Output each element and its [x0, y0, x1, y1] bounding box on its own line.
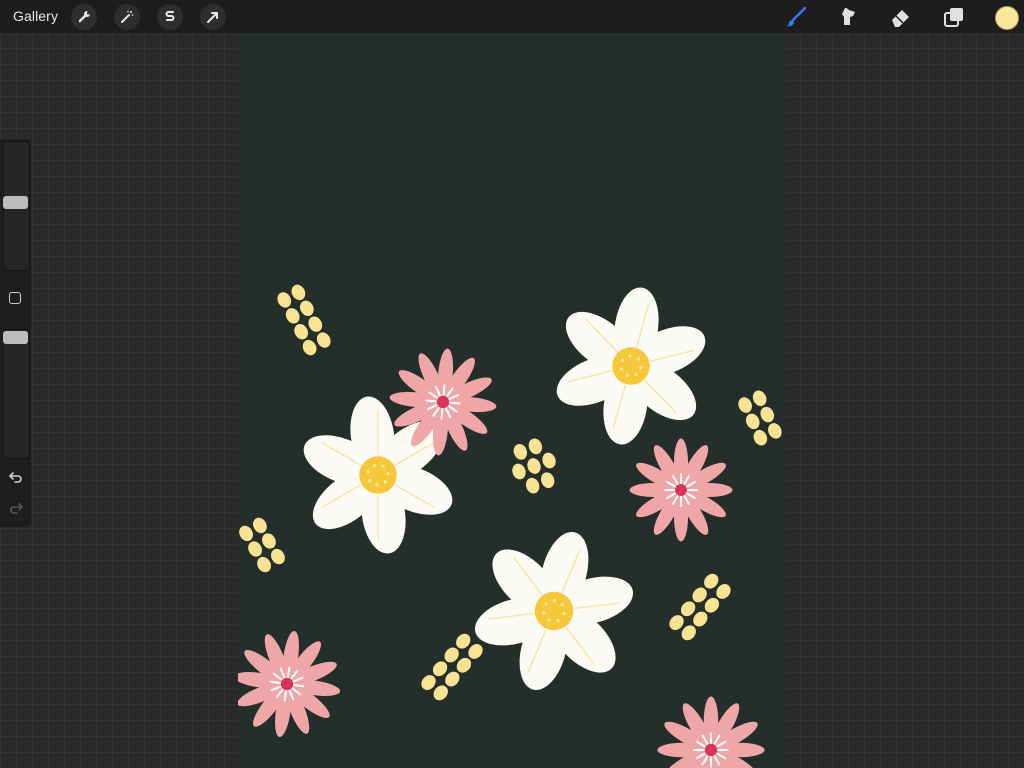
- wrench-icon[interactable]: [71, 4, 97, 30]
- pink-daisy: [629, 438, 733, 542]
- sidebar: [0, 139, 31, 527]
- brush-icon[interactable]: [784, 5, 808, 29]
- yellow-dot-cluster: [421, 633, 483, 701]
- white-daisy: [474, 531, 634, 691]
- redo-arrow-icon[interactable]: [7, 499, 25, 517]
- pink-daisy: [238, 630, 341, 738]
- brush-size-handle[interactable]: [3, 196, 28, 210]
- gallery-button[interactable]: Gallery: [13, 8, 58, 24]
- smudge-icon[interactable]: [836, 5, 860, 29]
- eraser-icon[interactable]: [889, 5, 913, 29]
- pink-daisy: [657, 696, 765, 768]
- color-picker-button[interactable]: [995, 6, 1019, 30]
- undo-arrow-icon[interactable]: [7, 468, 25, 486]
- arrow-cursor-icon[interactable]: [200, 4, 226, 30]
- magic-wand-icon[interactable]: [114, 4, 140, 30]
- white-daisy: [556, 287, 706, 445]
- layers-icon[interactable]: [942, 5, 966, 29]
- top-toolbar: Gallery: [0, 0, 1024, 33]
- opacity-slider[interactable]: [3, 329, 30, 459]
- yellow-dot-cluster: [669, 573, 731, 641]
- yellow-dot-cluster: [239, 517, 285, 573]
- yellow-dot-cluster: [738, 390, 782, 446]
- opacity-handle[interactable]: [3, 331, 28, 345]
- selection-s-icon[interactable]: [157, 4, 183, 30]
- yellow-dot-cluster: [512, 438, 556, 494]
- flower-artwork: [238, 284, 782, 768]
- square-modify-icon[interactable]: [9, 292, 21, 304]
- drawing-canvas[interactable]: [238, 33, 786, 768]
- yellow-dot-cluster: [277, 284, 331, 356]
